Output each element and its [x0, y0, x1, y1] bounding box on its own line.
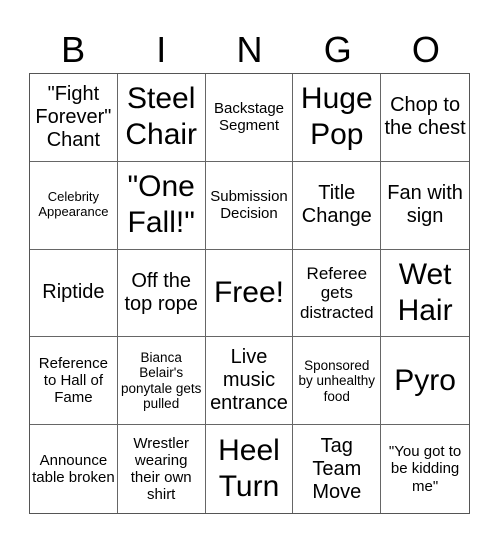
bingo-cell[interactable]: Wrestler wearing their own shirt	[118, 425, 206, 513]
bingo-cell[interactable]: Backstage Segment	[205, 74, 294, 162]
bingo-cell[interactable]: Riptide	[30, 249, 118, 338]
bingo-cell[interactable]: Free!	[205, 249, 294, 338]
header-letter-o: O	[411, 29, 440, 70]
bingo-cell[interactable]: "Fight Forever" Chant	[30, 74, 118, 162]
bingo-cell[interactable]: "You got to be kidding me"	[381, 425, 469, 513]
bingo-cell[interactable]: Fan with sign	[381, 162, 469, 250]
bingo-cell[interactable]: Bianca Belair's ponytale gets pulled	[117, 337, 206, 426]
header-letter-i: I	[156, 29, 167, 70]
bingo-header: B I N G O	[29, 28, 470, 72]
header-letter-n: N	[236, 29, 263, 70]
bingo-cell[interactable]: Submission Decision	[205, 161, 294, 250]
bingo-cell[interactable]: Steel Chair	[117, 74, 206, 162]
bingo-cell[interactable]: Chop to the chest	[381, 74, 469, 162]
bingo-cell[interactable]: Pyro	[381, 337, 469, 426]
bingo-cell[interactable]: Title Change	[293, 161, 382, 250]
bingo-cell[interactable]: Heel Turn	[206, 425, 294, 513]
bingo-cell[interactable]: Tag Team Move	[293, 425, 382, 513]
bingo-cell[interactable]: Off the top rope	[117, 249, 206, 338]
bingo-cell[interactable]: Announce table broken	[30, 425, 118, 513]
bingo-grid: "Fight Forever" Chant Steel Chair Backstag…	[29, 73, 470, 514]
bingo-cell[interactable]: Sponsored by unhealthy food	[293, 337, 382, 426]
bingo-cell[interactable]: "One Fall!"	[117, 161, 206, 250]
bingo-cell[interactable]: Reference to Hall of Fame	[30, 337, 118, 426]
header-letter-g: G	[323, 29, 352, 70]
bingo-cell[interactable]: Celebrity Appearance	[30, 161, 118, 250]
bingo-cell[interactable]: Referee gets distracted	[293, 249, 382, 338]
bingo-cell[interactable]: Live music entrance	[205, 337, 294, 426]
bingo-cell[interactable]: Huge Pop	[293, 74, 382, 162]
header-letter-b: B	[61, 29, 86, 70]
bingo-cell[interactable]: Wet Hair	[381, 250, 469, 338]
